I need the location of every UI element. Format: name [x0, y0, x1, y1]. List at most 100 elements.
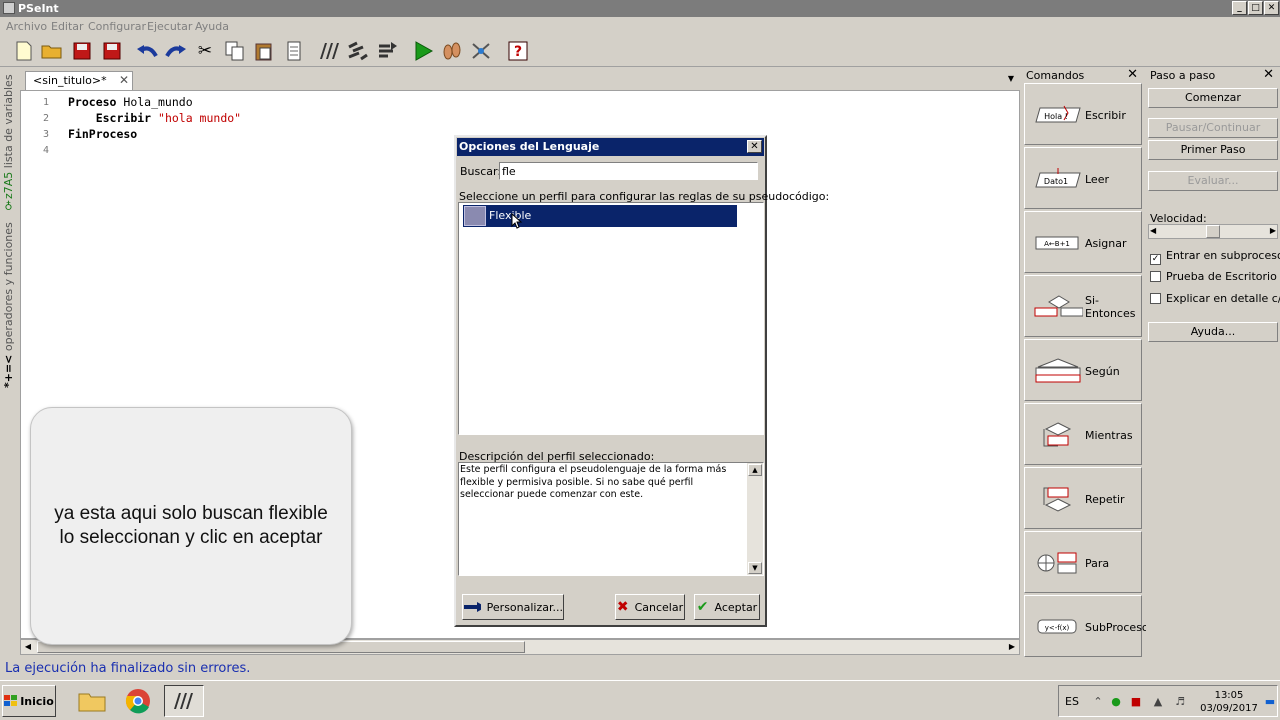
step-panel-header: Paso a paso ✕ [1146, 67, 1280, 83]
scroll-right-icon[interactable]: ▶ [1005, 640, 1019, 654]
command-subproceso[interactable]: y<-f(x) SubProceso [1024, 595, 1149, 657]
save-icon[interactable] [70, 39, 94, 63]
language-indicator[interactable]: ES [1065, 695, 1079, 708]
accept-button[interactable]: ✔ Aceptar [694, 594, 760, 620]
menu-ejecutar[interactable]: Ejecutar [147, 20, 192, 33]
paste-icon[interactable] [252, 39, 276, 63]
search-label: Buscar: [460, 165, 502, 178]
edit-list-icon[interactable] [282, 39, 306, 63]
profile-item-selected[interactable]: Flexible [463, 205, 737, 229]
accept-label: Aceptar [714, 600, 758, 614]
help-icon[interactable]: ? [506, 39, 530, 63]
checkbox-box[interactable] [1150, 271, 1161, 282]
checkbox-box[interactable] [1150, 293, 1161, 304]
command-leer[interactable]: Dato1 Leer [1024, 147, 1142, 209]
close-tab-icon[interactable]: ✕ [119, 73, 129, 87]
annotation-text: ya esta aqui solo buscan flexible lo sel… [54, 503, 328, 548]
app-icon [3, 2, 15, 14]
speed-slider[interactable]: ◀ ▶ [1148, 224, 1278, 239]
first-step-button[interactable]: Primer Paso [1148, 140, 1278, 160]
command-repetir[interactable]: Repetir [1024, 467, 1142, 529]
format-icon[interactable] [346, 39, 370, 63]
tray-app-icon[interactable]: ● [1109, 695, 1123, 709]
scroll-left-icon[interactable]: ◀ [21, 640, 35, 654]
command-mientras[interactable]: Mientras [1024, 403, 1142, 465]
checkbox-box[interactable]: ✓ [1150, 254, 1161, 265]
slider-left-icon[interactable]: ◀ [1150, 226, 1156, 235]
command-segun[interactable]: Según [1024, 339, 1142, 401]
help-button[interactable]: Ayuda... [1148, 322, 1278, 342]
checkbox-explain-detail[interactable]: Explicar en detalle c/paso [1150, 292, 1280, 305]
speed-slider-thumb[interactable] [1206, 225, 1220, 238]
operators-tab[interactable]: *+=< operadores y funciones [2, 222, 18, 388]
code-line[interactable]: Proceso Hola_mundo [68, 95, 193, 109]
command-si-entonces[interactable]: Si-Entonces [1024, 275, 1142, 337]
pause-continue-button[interactable]: Pausar/Continuar [1148, 118, 1278, 138]
code-line[interactable]: Escribir "hola mundo" [68, 111, 241, 125]
profile-search-input[interactable] [499, 162, 758, 180]
dialog-close-icon[interactable]: ✕ [747, 140, 762, 153]
network-icon[interactable]: ▲ [1151, 695, 1165, 709]
scroll-up-icon[interactable]: ▲ [748, 464, 762, 476]
tray-expand-icon[interactable]: ⌃ [1091, 695, 1105, 709]
command-label: Mientras [1085, 428, 1133, 442]
draw-flowchart-icon[interactable] [469, 39, 493, 63]
menu-editar[interactable]: Editar [51, 20, 84, 33]
checkbox-enter-subprocesses[interactable]: ✓ Entrar en subprocesos [1150, 249, 1280, 265]
show-desktop-icon[interactable]: ▬ [1263, 695, 1277, 709]
editor-tab-bar: <sin_titulo>* ✕ ▼ [20, 68, 1020, 90]
menu-configurar[interactable]: Configurar [88, 20, 146, 33]
command-label: Para [1085, 556, 1110, 570]
close-commands-icon[interactable]: ✕ [1127, 67, 1138, 82]
tab-list-dropdown-icon[interactable]: ▼ [1008, 74, 1014, 83]
maximize-button[interactable]: □ [1248, 1, 1263, 15]
profile-list[interactable]: Flexible [458, 202, 764, 435]
minimize-button[interactable]: _ [1232, 1, 1247, 15]
undo-icon[interactable] [135, 39, 159, 63]
clock[interactable]: 13:05 03/09/2017 [1197, 689, 1261, 715]
arrows-icon[interactable] [375, 39, 399, 63]
cancel-button[interactable]: ✖ Cancelar [615, 594, 685, 620]
command-asignar[interactable]: A←B+1 Asignar [1024, 211, 1142, 273]
close-step-panel-icon[interactable]: ✕ [1263, 67, 1274, 82]
arrow-right-icon [464, 602, 481, 612]
variables-list-tab[interactable]: ♀z7A5 lista de variables [2, 72, 18, 214]
window-titlebar[interactable]: PSeInt _ □ ✕ [0, 0, 1280, 17]
description-scrollbar[interactable]: ▲ ▼ [747, 463, 763, 575]
write-icon: Hola ! [1033, 102, 1083, 128]
save-as-icon[interactable] [99, 39, 123, 63]
copy-icon[interactable] [223, 39, 247, 63]
cut-icon[interactable]: ✂ [193, 39, 217, 63]
dialog-titlebar[interactable]: Opciones del Lenguaje ✕ [457, 138, 764, 156]
editor-tab[interactable]: <sin_titulo>* ✕ [25, 71, 133, 90]
start-button[interactable]: Inicio [2, 685, 56, 717]
tray-security-icon[interactable]: ■ [1129, 695, 1143, 709]
scroll-down-icon[interactable]: ▼ [748, 562, 762, 574]
run-icon[interactable] [411, 39, 435, 63]
file-explorer-taskbar-icon[interactable] [72, 685, 112, 717]
command-para[interactable]: Para [1024, 531, 1142, 593]
slider-right-icon[interactable]: ▶ [1270, 226, 1276, 235]
code-line[interactable]: FinProceso [68, 127, 137, 141]
operators-tab-label: operadores y funciones [2, 222, 15, 352]
evaluate-button[interactable]: Evaluar... [1148, 171, 1278, 191]
open-folder-icon[interactable] [40, 39, 64, 63]
customize-button[interactable]: Personalizar... [462, 594, 564, 620]
start-button[interactable]: Comenzar [1148, 88, 1278, 108]
close-window-button[interactable]: ✕ [1264, 1, 1279, 15]
menu-archivo[interactable]: Archivo [6, 20, 47, 33]
volume-icon[interactable]: ♬ [1173, 695, 1187, 709]
indent-icon[interactable] [317, 39, 341, 63]
status-bar: La ejecución ha finalizado sin errores. [0, 658, 1280, 680]
step-by-step-icon[interactable] [440, 39, 464, 63]
assign-icon: A←B+1 [1033, 230, 1083, 256]
redo-icon[interactable] [164, 39, 188, 63]
pseint-taskbar-icon[interactable] [164, 685, 204, 717]
command-label: Según [1085, 364, 1120, 378]
new-file-icon[interactable] [12, 39, 36, 63]
chrome-taskbar-icon[interactable] [118, 685, 158, 717]
checkbox-desk-check[interactable]: Prueba de Escritorio [1150, 270, 1277, 283]
menu-ayuda[interactable]: Ayuda [195, 20, 229, 33]
command-escribir[interactable]: Hola ! Escribir [1024, 83, 1142, 145]
checkbox-label: Prueba de Escritorio [1166, 270, 1277, 283]
